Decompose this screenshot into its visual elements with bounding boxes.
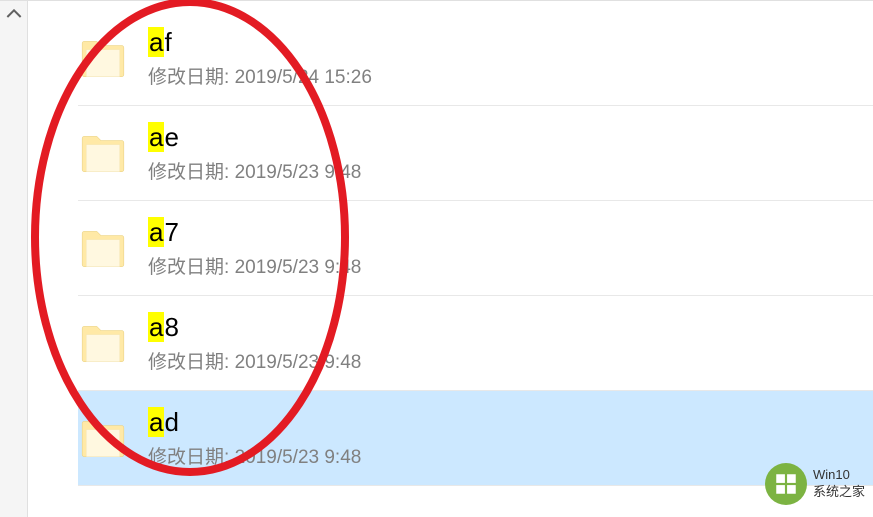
watermark-text: Win10 系统之家 <box>813 467 865 501</box>
file-details: ad 修改日期: 2019/5/23 9:48 <box>148 407 361 469</box>
file-name: af <box>148 27 372 58</box>
file-name: ae <box>148 122 361 153</box>
folder-icon <box>78 128 128 178</box>
scroll-up-button[interactable] <box>6 6 22 22</box>
chevron-up-icon <box>6 9 22 20</box>
file-name: a8 <box>148 312 361 343</box>
file-item[interactable]: ad 修改日期: 2019/5/23 9:48 <box>78 391 873 486</box>
file-date: 修改日期: 2019/5/23 9:48 <box>148 442 361 469</box>
file-date: 修改日期: 2019/5/23 9:48 <box>148 252 361 279</box>
file-explorer-pane: af 修改日期: 2019/5/24 15:26 ae 修改日期: 2019/5… <box>0 0 873 517</box>
file-item[interactable]: ae 修改日期: 2019/5/23 9:48 <box>78 106 873 201</box>
file-name: a7 <box>148 217 361 248</box>
file-date: 修改日期: 2019/5/23 9:48 <box>148 157 361 184</box>
file-details: ae 修改日期: 2019/5/23 9:48 <box>148 122 361 184</box>
folder-icon <box>78 33 128 83</box>
folder-icon <box>78 318 128 368</box>
file-item[interactable]: af 修改日期: 2019/5/24 15:26 <box>78 11 873 106</box>
file-name: ad <box>148 407 361 438</box>
scrollbar-track[interactable] <box>0 1 28 517</box>
file-details: af 修改日期: 2019/5/24 15:26 <box>148 27 372 89</box>
watermark-logo-icon <box>765 463 807 505</box>
file-details: a8 修改日期: 2019/5/23 9:48 <box>148 312 361 374</box>
folder-icon <box>78 413 128 463</box>
file-date: 修改日期: 2019/5/24 15:26 <box>148 62 372 89</box>
file-details: a7 修改日期: 2019/5/23 9:48 <box>148 217 361 279</box>
file-date: 修改日期: 2019/5/23 9:48 <box>148 347 361 374</box>
file-list: af 修改日期: 2019/5/24 15:26 ae 修改日期: 2019/5… <box>28 1 873 517</box>
folder-icon <box>78 223 128 273</box>
file-item[interactable]: a7 修改日期: 2019/5/23 9:48 <box>78 201 873 296</box>
watermark: Win10 系统之家 <box>765 463 865 505</box>
file-item[interactable]: a8 修改日期: 2019/5/23 9:48 <box>78 296 873 391</box>
